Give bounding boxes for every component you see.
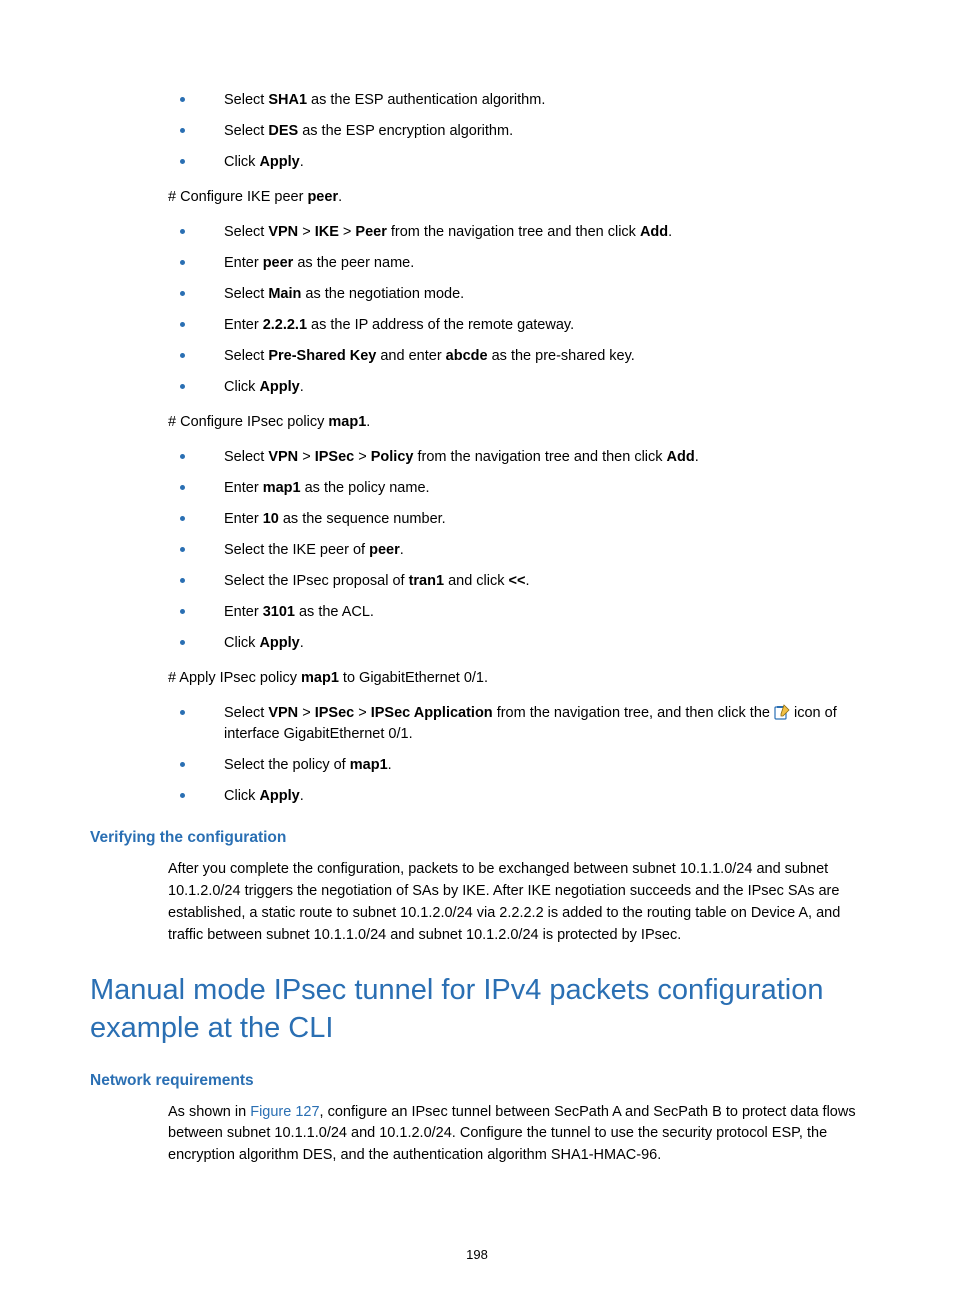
page-number: 198 bbox=[0, 1247, 954, 1262]
list-item: Select Main as the negotiation mode. bbox=[168, 284, 864, 305]
paragraph-verify: After you complete the configuration, pa… bbox=[168, 859, 864, 946]
list-item: Click Apply. bbox=[168, 152, 864, 173]
list-item: Click Apply. bbox=[168, 633, 864, 654]
heading-verify: Verifying the configuration bbox=[90, 829, 864, 847]
list-item: Select DES as the ESP encryption algorit… bbox=[168, 121, 864, 142]
paragraph-netreq: As shown in Figure 127, configure an IPs… bbox=[168, 1102, 864, 1167]
bullet-list-3: Select VPN > IPSec > Policy from the nav… bbox=[168, 447, 864, 654]
list-item: Enter 10 as the sequence number. bbox=[168, 509, 864, 530]
list-item: Click Apply. bbox=[168, 377, 864, 398]
verify-block: After you complete the configuration, pa… bbox=[168, 859, 864, 946]
list-item: Select the policy of map1. bbox=[168, 755, 864, 776]
list-item: Select the IPsec proposal of tran1 and c… bbox=[168, 571, 864, 592]
heading-main: Manual mode IPsec tunnel for IPv4 packet… bbox=[90, 972, 864, 1047]
list-item: Select Pre-Shared Key and enter abcde as… bbox=[168, 346, 864, 367]
bullet-list-4: Select VPN > IPSec > IPSec Application f… bbox=[168, 703, 864, 807]
step-line-2: # Configure IPsec policy map1. bbox=[168, 412, 864, 433]
list-item: Select VPN > IPSec > Policy from the nav… bbox=[168, 447, 864, 468]
bullet-list-2: Select VPN > IKE > Peer from the navigat… bbox=[168, 222, 864, 398]
list-item: Enter peer as the peer name. bbox=[168, 253, 864, 274]
figure-link[interactable]: Figure 127 bbox=[250, 1104, 319, 1120]
list-item: Enter 3101 as the ACL. bbox=[168, 602, 864, 623]
step-line-1: # Configure IKE peer peer. bbox=[168, 187, 864, 208]
list-item: Select the IKE peer of peer. bbox=[168, 540, 864, 561]
document-page: Select SHA1 as the ESP authentication al… bbox=[0, 0, 954, 1296]
content-block-1: Select SHA1 as the ESP authentication al… bbox=[168, 90, 864, 807]
list-item: Enter 2.2.2.1 as the IP address of the r… bbox=[168, 315, 864, 336]
list-item: Select VPN > IPSec > IPSec Application f… bbox=[168, 703, 864, 745]
bullet-list-1: Select SHA1 as the ESP authentication al… bbox=[168, 90, 864, 173]
list-item: Select VPN > IKE > Peer from the navigat… bbox=[168, 222, 864, 243]
list-item: Click Apply. bbox=[168, 786, 864, 807]
netreq-block: As shown in Figure 127, configure an IPs… bbox=[168, 1102, 864, 1167]
list-item: Enter map1 as the policy name. bbox=[168, 478, 864, 499]
heading-netreq: Network requirements bbox=[90, 1072, 864, 1090]
edit-icon bbox=[774, 704, 790, 720]
step-line-3: # Apply IPsec policy map1 to GigabitEthe… bbox=[168, 668, 864, 689]
list-item: Select SHA1 as the ESP authentication al… bbox=[168, 90, 864, 111]
